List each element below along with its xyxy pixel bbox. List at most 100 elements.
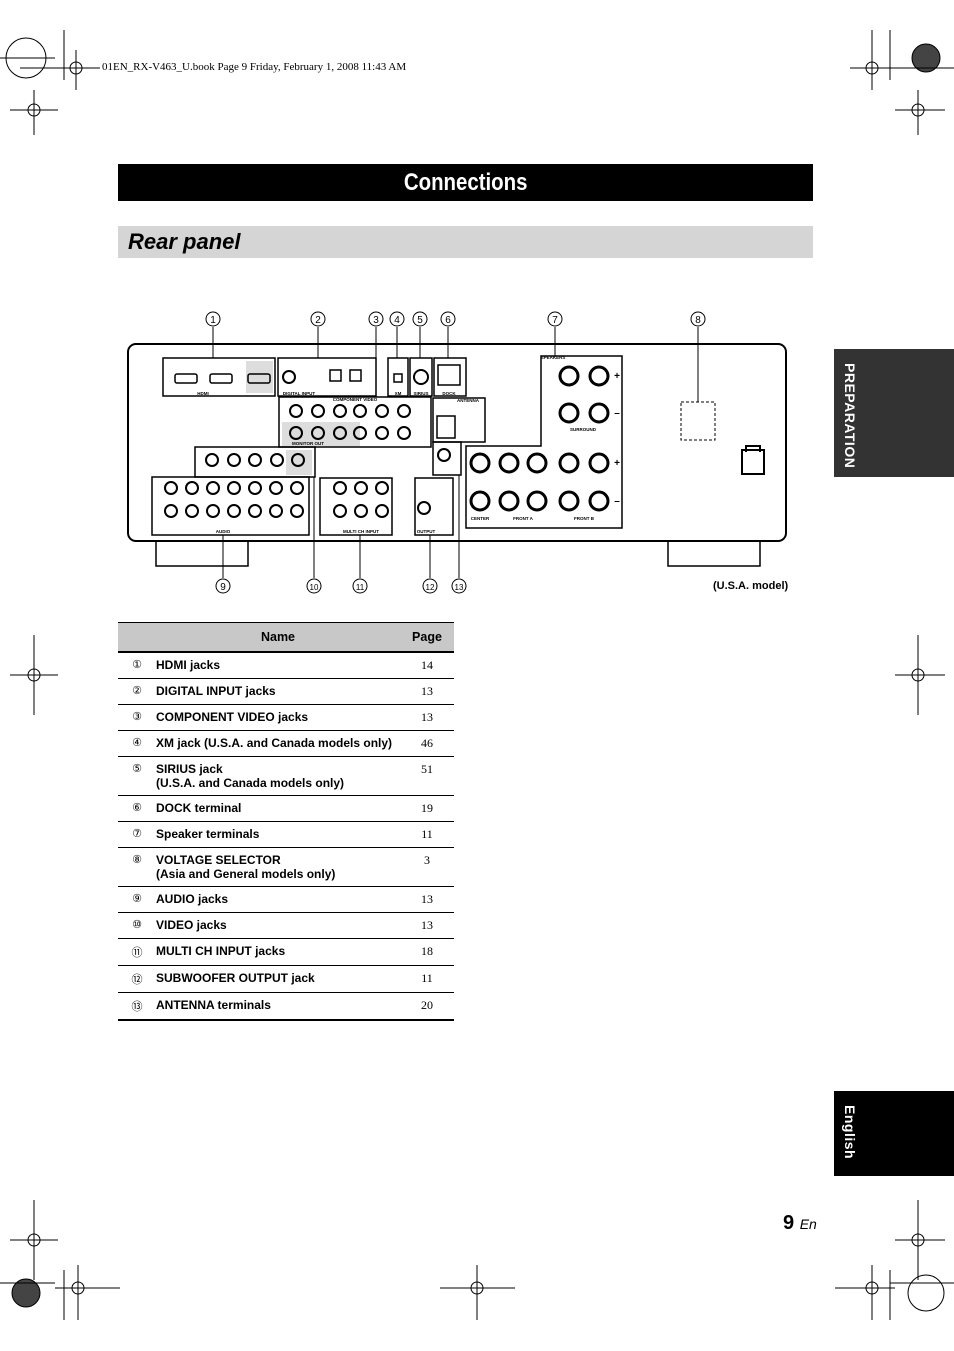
callout-11: 11 bbox=[356, 583, 365, 592]
page-number: 9 En bbox=[783, 1212, 817, 1235]
row-name: DOCK terminal bbox=[156, 795, 400, 822]
optical-jack-dtv bbox=[329, 369, 342, 382]
callout-1: 1 bbox=[210, 315, 216, 326]
row-number: ⑫ bbox=[118, 965, 156, 993]
table-row: ⑩ VIDEO jacks 13 bbox=[118, 912, 454, 939]
callout-5: 5 bbox=[417, 315, 423, 326]
row-name: ANTENNA terminals bbox=[156, 992, 400, 1021]
row-number: ① bbox=[118, 652, 156, 679]
panel-label: COMPONENT VIDEO bbox=[333, 397, 378, 402]
row-page: 11 bbox=[400, 821, 454, 848]
rear-panel-diagram: 1 2 3 4 5 6 7 8 9 10 11 12 13 HDMI DIGIT… bbox=[127, 311, 787, 594]
row-name: COMPONENT VIDEO jacks bbox=[156, 704, 400, 731]
row-page: 20 bbox=[400, 992, 454, 1021]
callout-12: 12 bbox=[426, 583, 435, 592]
table-header-row: Name Page bbox=[118, 622, 454, 653]
callout-8: 8 bbox=[695, 315, 701, 326]
power-cord bbox=[741, 445, 765, 475]
row-name: AUDIO jacks bbox=[156, 886, 400, 913]
panel-label: MULTI CH INPUT bbox=[343, 529, 379, 534]
callout-6: 6 bbox=[445, 315, 451, 326]
callout-7: 7 bbox=[552, 315, 558, 326]
coaxial-jack bbox=[282, 370, 296, 384]
panel-label: MONITOR OUT bbox=[292, 441, 324, 446]
fm-jack bbox=[437, 448, 451, 462]
row-number: ⑦ bbox=[118, 821, 156, 848]
foot-left bbox=[155, 540, 249, 567]
table-row: ① HDMI jacks 14 bbox=[118, 652, 454, 679]
row-page: 13 bbox=[400, 678, 454, 705]
panel-label: SPEAKERS bbox=[541, 355, 566, 360]
side-tab-english: English bbox=[834, 1091, 954, 1176]
foot-right bbox=[667, 540, 761, 567]
model-note: (U.S.A. model) bbox=[713, 580, 789, 592]
table-row: ⑦ Speaker terminals 11 bbox=[118, 821, 454, 848]
table-row: ② DIGITAL INPUT jacks 13 bbox=[118, 678, 454, 705]
col-name: Name bbox=[156, 622, 400, 653]
panel-label: OUTPUT bbox=[417, 529, 436, 534]
panel-label: XM bbox=[395, 391, 402, 396]
row-name: VOLTAGE SELECTOR (Asia and General models… bbox=[156, 847, 400, 887]
table-row: ⑤ SIRIUS jack (U.S.A. and Canada models on… bbox=[118, 756, 454, 796]
panel-label: ANTENNA bbox=[457, 398, 480, 403]
row-page: 46 bbox=[400, 730, 454, 757]
panel-label: FRONT B bbox=[574, 516, 595, 521]
row-number: ③ bbox=[118, 704, 156, 731]
panel-label: DIGITAL INPUT bbox=[283, 391, 316, 396]
connections-table: Name Page ① HDMI jacks 14 ② DIGITAL INPUT ja… bbox=[118, 622, 454, 1021]
row-name-line1: DIGITAL INPUT jacks bbox=[156, 684, 276, 698]
col-page: Page bbox=[400, 622, 454, 653]
row-number: ⑨ bbox=[118, 886, 156, 913]
row-name-line1: XM jack (U.S.A. and Canada models only) bbox=[156, 736, 393, 750]
row-name-line1: SUBWOOFER OUTPUT jack bbox=[156, 971, 315, 985]
svg-text:+: + bbox=[614, 458, 620, 469]
row-number: ⑪ bbox=[118, 938, 156, 966]
panel-label: SIRIUS bbox=[413, 391, 428, 396]
page-number-value: 9 bbox=[783, 1212, 795, 1234]
row-name-line1: SIRIUS jack bbox=[156, 762, 223, 776]
subwoofer-output-panel bbox=[414, 477, 454, 536]
svg-text:–: – bbox=[614, 496, 620, 507]
table-row: ⑬ ANTENNA terminals 20 bbox=[118, 992, 454, 1021]
row-page: 51 bbox=[400, 756, 454, 796]
row-name: SUBWOOFER OUTPUT jack bbox=[156, 965, 400, 993]
svg-text:–: – bbox=[614, 408, 620, 419]
table-row: ⑫ SUBWOOFER OUTPUT jack 11 bbox=[118, 965, 454, 993]
row-page: 11 bbox=[400, 965, 454, 993]
panel-label: CENTER bbox=[471, 516, 490, 521]
row-page: 18 bbox=[400, 938, 454, 966]
callout-3: 3 bbox=[373, 315, 379, 326]
row-name-line1: MULTI CH INPUT jacks bbox=[156, 944, 286, 958]
row-name-line1: AUDIO jacks bbox=[156, 892, 229, 906]
callout-4: 4 bbox=[394, 315, 400, 326]
row-number: ⑩ bbox=[118, 912, 156, 939]
panel-label: AUDIO bbox=[216, 529, 231, 534]
dock-terminal bbox=[437, 364, 461, 386]
row-name: HDMI jacks bbox=[156, 652, 400, 679]
row-name-line1: Speaker terminals bbox=[156, 827, 260, 841]
callout-2: 2 bbox=[315, 315, 321, 326]
row-name-line1: HDMI jacks bbox=[156, 658, 221, 672]
row-name: XM jack (U.S.A. and Canada models only) bbox=[156, 730, 400, 757]
panel-label: SURROUND bbox=[570, 427, 597, 432]
row-name-line1: DOCK terminal bbox=[156, 801, 242, 815]
panel-label: FRONT A bbox=[513, 516, 534, 521]
row-page: 14 bbox=[400, 652, 454, 679]
row-number: ⑬ bbox=[118, 992, 156, 1021]
subwoofer-jack bbox=[417, 501, 431, 515]
row-name: MULTI CH INPUT jacks bbox=[156, 938, 400, 966]
callout-markers: 1 2 3 4 5 6 7 8 9 10 11 12 13 bbox=[205, 311, 706, 594]
voltage-selector-area bbox=[680, 401, 716, 441]
callout-10: 10 bbox=[310, 583, 319, 592]
row-name: SIRIUS jack (U.S.A. and Canada models onl… bbox=[156, 756, 400, 796]
hdmi-port-dtv bbox=[209, 373, 233, 384]
row-number: ⑧ bbox=[118, 847, 156, 887]
callout-9: 9 bbox=[220, 582, 226, 593]
side-tab-english-label: English bbox=[842, 1105, 858, 1160]
row-name-line2: (U.S.A. and Canada models only) bbox=[156, 776, 345, 790]
hdmi-port-dvd bbox=[174, 373, 198, 384]
panel-label: DOCK bbox=[442, 391, 456, 396]
row-page: 13 bbox=[400, 912, 454, 939]
xm-jack bbox=[393, 373, 403, 383]
row-name-line1: VIDEO jacks bbox=[156, 918, 227, 932]
